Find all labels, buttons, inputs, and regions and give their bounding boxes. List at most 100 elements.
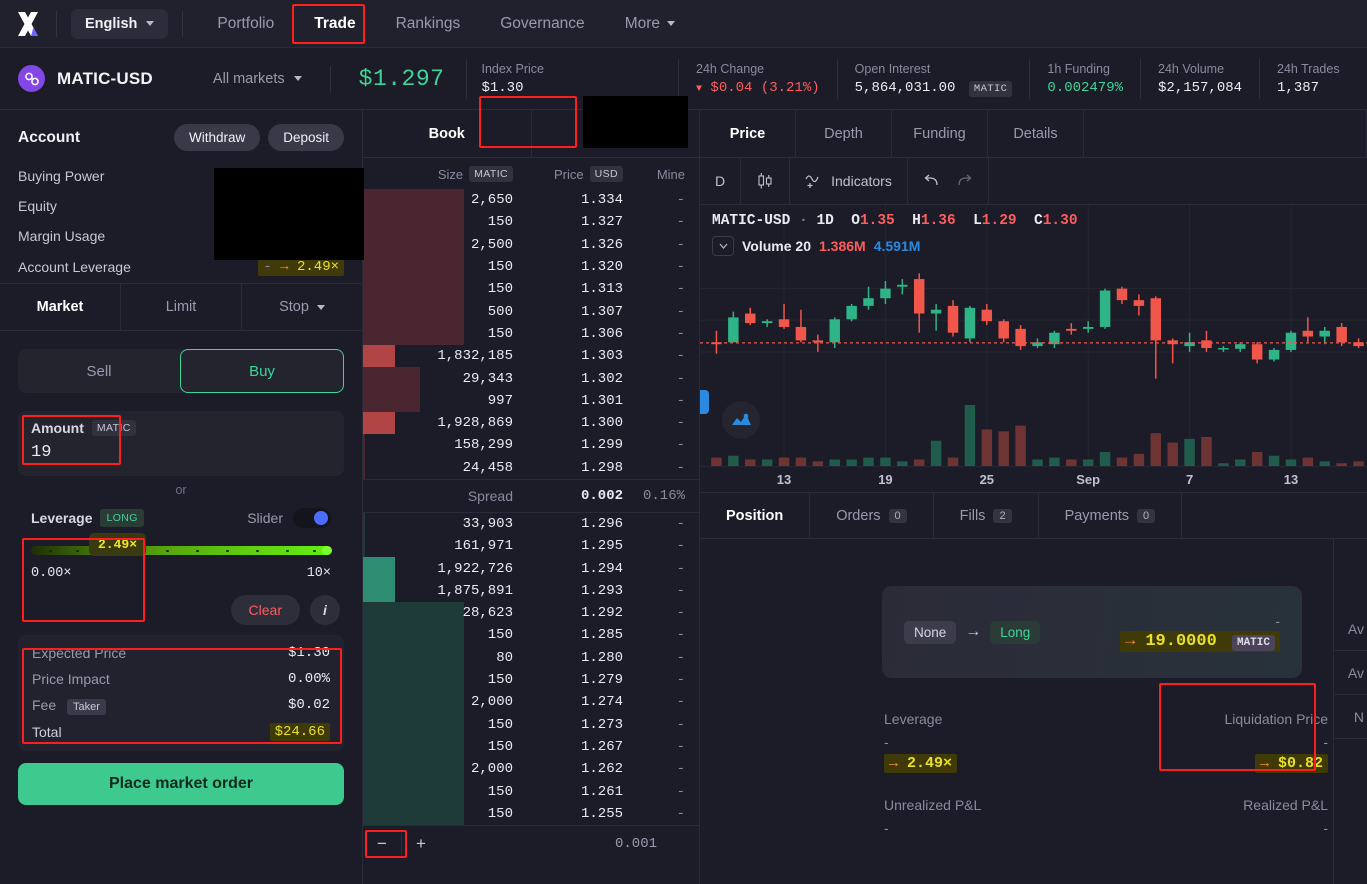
indicators-button[interactable]: Indicators xyxy=(790,158,908,204)
dydx-logo[interactable] xyxy=(0,11,56,37)
order-book-row[interactable]: 1501.313- xyxy=(363,278,699,300)
row-size: 1,922,726 xyxy=(377,561,513,577)
order-type-tabs: Market Limit Stop xyxy=(0,283,362,331)
position-summary-card: None → Long - → 19.0000 MATIC xyxy=(882,586,1302,678)
withdraw-button[interactable]: Withdraw xyxy=(174,124,260,151)
undo-icon[interactable] xyxy=(908,158,948,204)
nav-item-more[interactable]: More xyxy=(605,0,695,47)
order-book-row[interactable]: 1,832,1851.303- xyxy=(363,345,699,367)
clear-button[interactable]: Clear xyxy=(231,595,300,625)
decrease-tick-button[interactable]: − xyxy=(363,826,401,862)
place-market-order-button[interactable]: Place market order xyxy=(18,763,344,805)
nav-item-portfolio[interactable]: Portfolio xyxy=(197,0,294,47)
tab-limit[interactable]: Limit xyxy=(121,284,242,330)
row-mine: - xyxy=(623,237,685,253)
order-book-row[interactable]: 9971.301- xyxy=(363,390,699,412)
row-price: 1.300 xyxy=(513,415,623,431)
order-book-row[interactable]: 158,2991.299- xyxy=(363,434,699,456)
price-chart[interactable]: MATIC-USD · 1D O1.35 H1.36 L1.29 C1.30 V… xyxy=(700,205,1367,492)
order-book-row[interactable]: 24,4581.298- xyxy=(363,457,699,479)
price-label: Price xyxy=(554,167,584,182)
slider-track[interactable] xyxy=(31,546,331,555)
order-book-row[interactable]: 1501.267- xyxy=(363,736,699,758)
tab-depth[interactable]: Depth xyxy=(796,110,892,157)
legend-o-label: O xyxy=(851,213,860,229)
order-book-row[interactable]: 2,6501.334- xyxy=(363,189,699,211)
language-label: English xyxy=(85,16,137,32)
redo-icon[interactable] xyxy=(948,158,989,204)
nav-item-trade[interactable]: Trade xyxy=(294,0,375,47)
depth-bar xyxy=(363,513,365,535)
amount-input[interactable]: 19 xyxy=(18,439,344,476)
order-book-row[interactable]: 801.280- xyxy=(363,647,699,669)
order-book-row[interactable]: 1,922,7261.294- xyxy=(363,557,699,579)
info-icon[interactable]: i xyxy=(310,595,340,625)
tab-stop[interactable]: Stop xyxy=(242,284,362,330)
language-selector[interactable]: English xyxy=(71,9,168,39)
order-book-row[interactable]: 1501.320- xyxy=(363,256,699,278)
order-book-row[interactable]: 1501.327- xyxy=(363,211,699,233)
fee-label: Fee xyxy=(32,697,56,713)
legend-l-label: L xyxy=(973,213,982,229)
right-col-label-3: N xyxy=(1334,695,1367,739)
order-book-row[interactable]: 1501.306- xyxy=(363,323,699,345)
leverage-slider[interactable]: 2.49× xyxy=(31,546,331,558)
depth-bar xyxy=(363,535,365,557)
row-mine: - xyxy=(623,326,685,342)
all-markets-selector[interactable]: All markets xyxy=(213,71,302,87)
row-price: 1.302 xyxy=(513,371,623,387)
order-book-row[interactable]: 2,5001.326- xyxy=(363,234,699,256)
tab-book[interactable]: Book xyxy=(363,110,532,157)
candlestick-icon[interactable] xyxy=(741,158,790,204)
deposit-button[interactable]: Deposit xyxy=(268,124,344,151)
row-mine: - xyxy=(623,694,685,710)
chart-side-handle[interactable] xyxy=(700,390,709,414)
order-book-row[interactable]: 33,9031.296- xyxy=(363,513,699,535)
order-book-row[interactable]: 29,3431.302- xyxy=(363,367,699,389)
position-right-column: Av Av N xyxy=(1333,539,1367,884)
nav-item-governance[interactable]: Governance xyxy=(480,0,604,47)
slider-knob[interactable] xyxy=(322,546,332,555)
row-mine: - xyxy=(623,761,685,777)
order-book-row[interactable]: 1501.255- xyxy=(363,803,699,825)
tab-funding[interactable]: Funding xyxy=(892,110,988,157)
nav-item-rankings[interactable]: Rankings xyxy=(376,0,481,47)
order-book-row[interactable]: 1501.285- xyxy=(363,624,699,646)
position-tabs-filler xyxy=(1182,493,1367,538)
arrow-icon: → xyxy=(965,623,981,641)
order-book-row[interactable]: 1501.273- xyxy=(363,714,699,736)
tab-payments[interactable]: Payments 0 xyxy=(1039,493,1183,538)
amount-input-group[interactable]: Amount MATIC 19 xyxy=(18,411,344,476)
tab-position[interactable]: Position xyxy=(700,493,810,538)
tab-orders[interactable]: Orders 0 xyxy=(810,493,933,538)
nav-divider-2 xyxy=(182,11,183,37)
chart-tabs-filler xyxy=(1084,110,1367,157)
order-book-row[interactable]: 5001.307- xyxy=(363,300,699,322)
chevron-down-icon[interactable] xyxy=(712,236,734,256)
position-detail-realized-pnl: Realized P&L - xyxy=(1168,797,1328,836)
form-actions: Clear i xyxy=(0,581,362,635)
order-book-row[interactable]: 1,875,8911.293- xyxy=(363,580,699,602)
tab-market[interactable]: Market xyxy=(0,284,121,330)
order-book-row[interactable]: 1,928,8691.300- xyxy=(363,412,699,434)
stat-24h-change: 24h Change ▼ $0.04 (3.21%) xyxy=(678,59,837,99)
tab-price[interactable]: Price xyxy=(700,110,796,157)
order-book-row[interactable]: 1501.261- xyxy=(363,780,699,802)
tab-fills[interactable]: Fills 2 xyxy=(934,493,1039,538)
order-book-row[interactable]: 161,9711.295- xyxy=(363,535,699,557)
slider-toggle[interactable] xyxy=(293,508,331,528)
spread-value: 0.002 xyxy=(513,488,623,504)
increase-tick-button[interactable]: + xyxy=(402,826,440,862)
order-book-row[interactable]: 1501.279- xyxy=(363,669,699,691)
order-book-row[interactable]: 28,6231.292- xyxy=(363,602,699,624)
buy-button[interactable]: Buy xyxy=(180,349,344,393)
arrow-icon: → xyxy=(1260,755,1269,772)
index-price-value: $1.30 xyxy=(481,80,544,96)
tab-details[interactable]: Details xyxy=(988,110,1084,157)
interval-button[interactable]: D xyxy=(700,158,741,204)
order-book-row[interactable]: 2,0001.274- xyxy=(363,691,699,713)
order-book-row[interactable]: 2,0001.262- xyxy=(363,758,699,780)
sell-button[interactable]: Sell xyxy=(18,349,180,393)
row-mine: - xyxy=(623,516,685,532)
detail-label: Liquidation Price xyxy=(1168,711,1328,727)
